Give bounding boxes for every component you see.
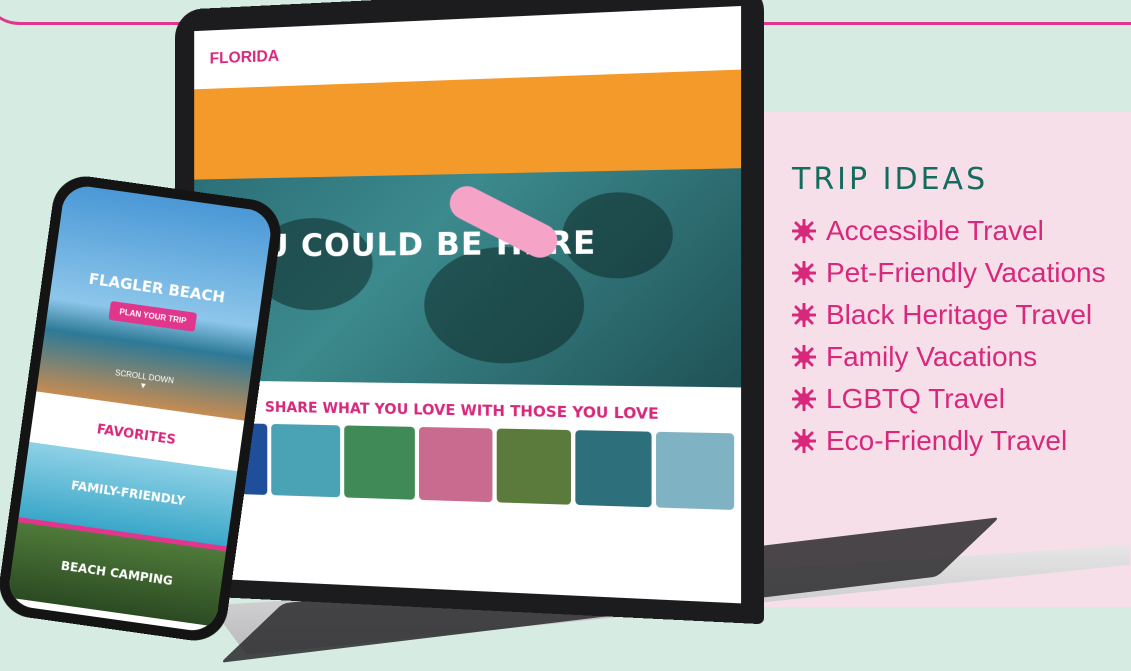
laptop-screen: FLORIDA YOU COULD BE HERE SHARE WHAT YOU… [194,6,741,603]
trip-idea-label: Black Heritage Travel [826,299,1092,331]
seagrass-patch [424,246,584,364]
starburst-icon [792,219,816,243]
photo-thumbnail[interactable] [271,424,340,497]
starburst-icon [792,429,816,453]
trip-idea-label: Accessible Travel [826,215,1044,247]
trip-idea-label: Family Vacations [826,341,1037,373]
photo-thumbnail[interactable] [344,425,415,499]
site-banner [194,70,741,180]
trip-idea-item[interactable]: Black Heritage Travel [792,294,1106,336]
trip-idea-label: LGBTQ Travel [826,383,1005,415]
trip-ideas-title: TRIP IDEAS [792,162,988,197]
photo-thumbnail[interactable] [656,432,734,510]
trip-idea-item[interactable]: Eco-Friendly Travel [792,420,1106,462]
trip-idea-label: Pet-Friendly Vacations [826,257,1106,289]
chevron-down-icon: ▼ [139,381,148,391]
phone-hero: FLAGLER BEACH PLAN YOUR TRIP SCROLL DOWN… [36,183,273,420]
starburst-icon [792,261,816,285]
starburst-icon [792,387,816,411]
photo-strip [194,422,741,510]
trip-idea-label: Eco-Friendly Travel [826,425,1067,457]
starburst-icon [792,345,816,369]
trip-ideas-list: Accessible Travel Pet-Friendly Vacations… [792,210,1106,462]
plan-your-trip-button[interactable]: PLAN YOUR TRIP [108,301,197,332]
phone-hero-title: FLAGLER BEACH [52,265,262,312]
phone-screen: FLAGLER BEACH PLAN YOUR TRIP SCROLL DOWN… [6,183,273,633]
starburst-icon [792,303,816,327]
trip-idea-item[interactable]: LGBTQ Travel [792,378,1106,420]
trip-idea-item[interactable]: Family Vacations [792,336,1106,378]
trip-idea-item[interactable]: Pet-Friendly Vacations [792,252,1106,294]
photo-thumbnail[interactable] [496,429,570,505]
favorite-card-label: BEACH CAMPING [12,552,222,595]
trip-idea-item[interactable]: Accessible Travel [792,210,1106,252]
photo-thumbnail[interactable] [575,430,651,507]
photo-thumbnail[interactable] [419,427,492,502]
site-logo[interactable]: FLORIDA [210,48,280,69]
favorite-card-label: FAMILY-FRIENDLY [23,472,233,515]
